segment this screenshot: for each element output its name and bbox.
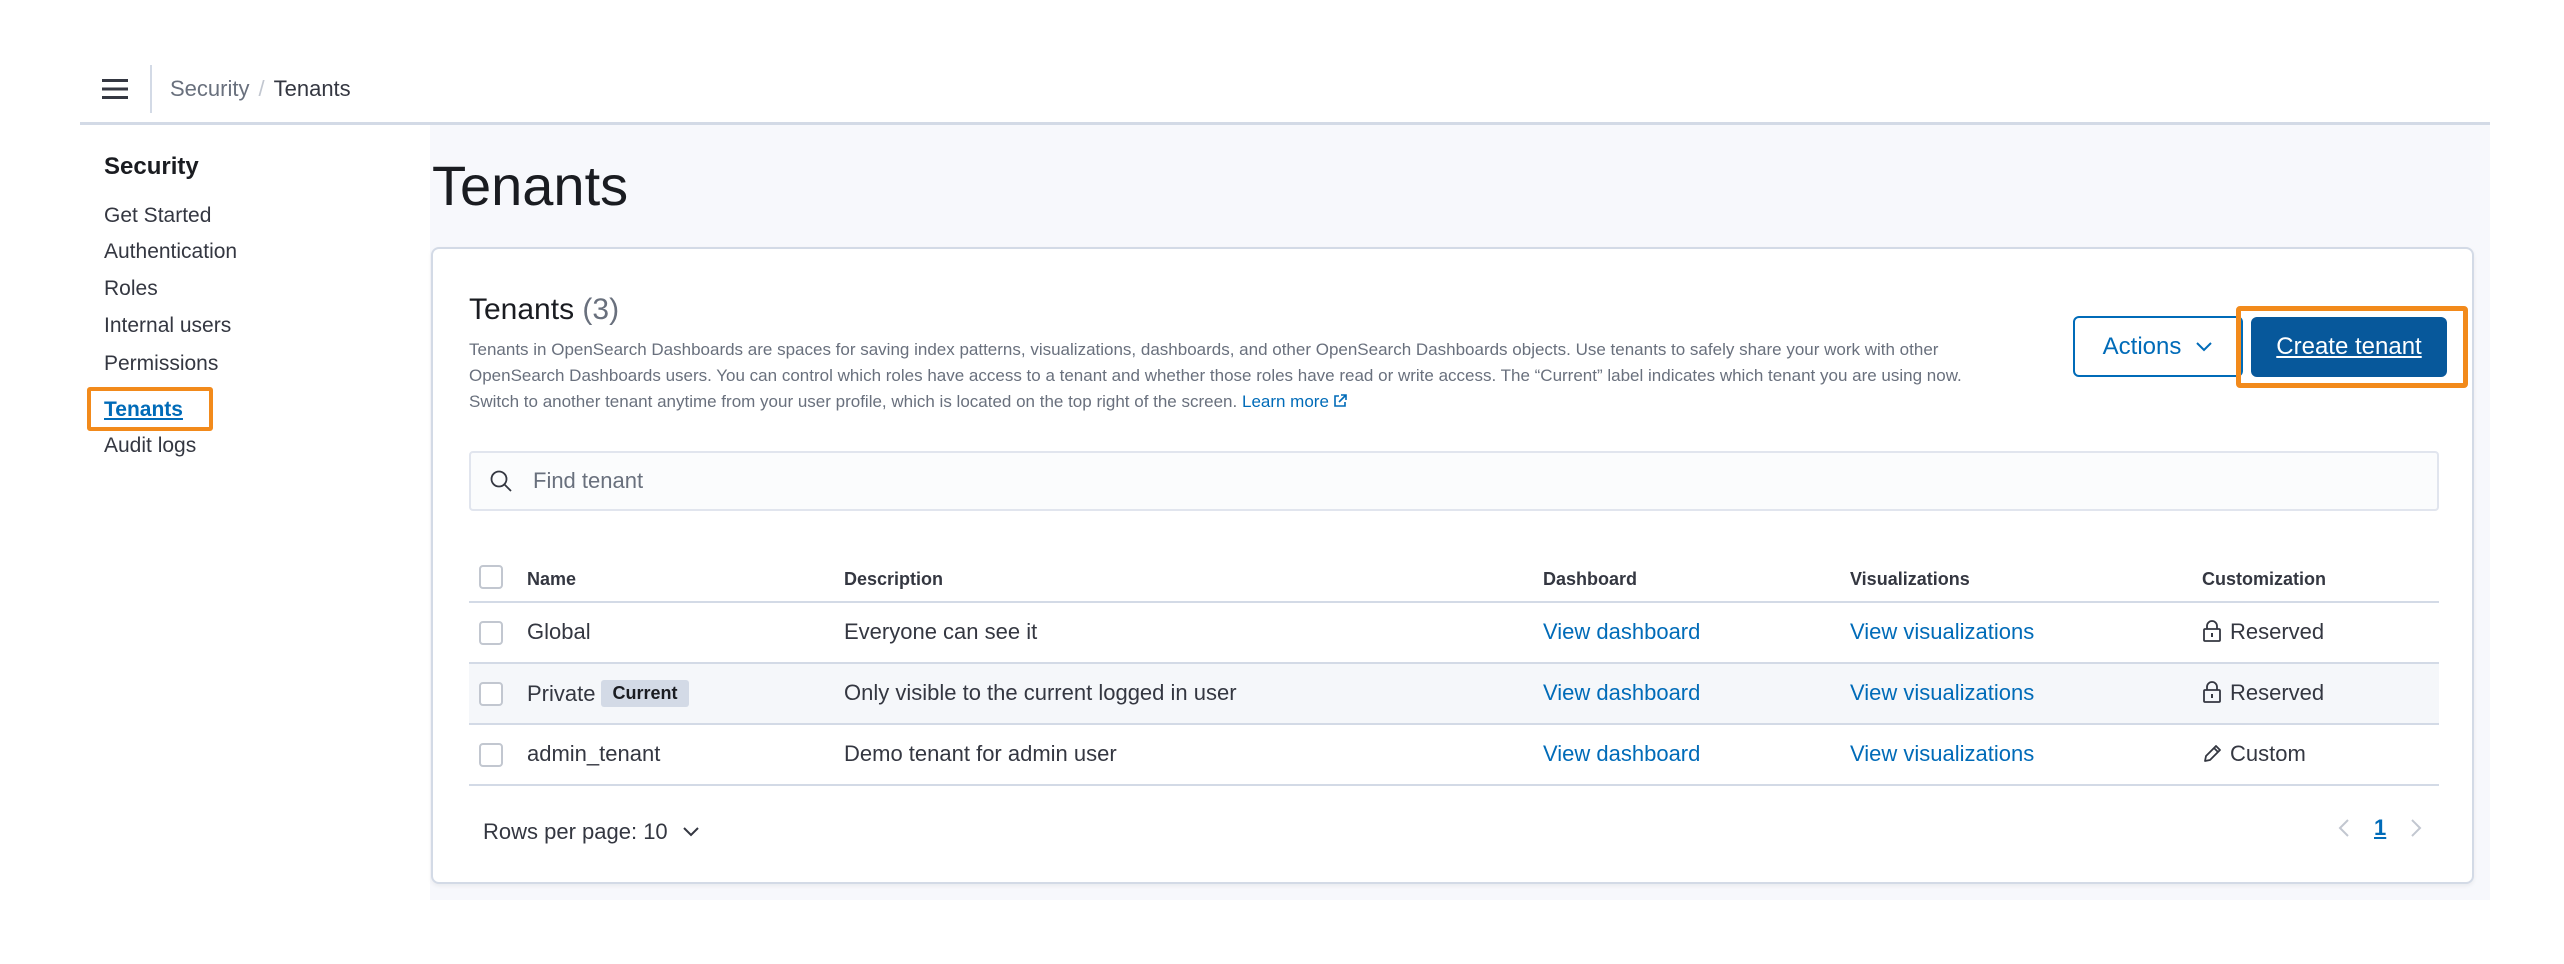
sidebar-item-roles[interactable]: Roles	[104, 276, 158, 302]
view-visualizations-link[interactable]: View visualizations	[1850, 619, 2034, 645]
learn-more-link[interactable]: Learn more	[1242, 392, 1347, 411]
lock-icon	[2203, 620, 2221, 642]
sidebar-item-authentication[interactable]: Authentication	[104, 239, 237, 265]
sidebar: Security Get Started Authentication Role…	[80, 125, 430, 900]
panel-description: Tenants in OpenSearch Dashboards are spa…	[469, 337, 2009, 415]
table-header: Name Description Dashboard Visualization…	[469, 555, 2439, 603]
customization-label: Custom	[2230, 741, 2306, 766]
menu-button[interactable]	[80, 54, 150, 124]
panel-title-text: Tenants	[469, 293, 575, 326]
customization-cell: Reserved	[2202, 619, 2324, 645]
breadcrumb-security[interactable]: Security	[170, 76, 249, 102]
customization-cell: Custom	[2202, 741, 2306, 767]
table-row: admin_tenant Demo tenant for admin user …	[469, 725, 2439, 786]
tenant-name: Private	[527, 681, 596, 706]
row-checkbox[interactable]	[479, 743, 503, 767]
page-number[interactable]: 1	[2374, 815, 2386, 841]
tenant-description: Everyone can see it	[844, 619, 1038, 644]
app-frame: Security / Tenants Security Get Started …	[80, 55, 2490, 900]
lock-icon	[2203, 681, 2221, 703]
table-row: Global Everyone can see it View dashboar…	[469, 603, 2439, 664]
view-visualizations-link[interactable]: View visualizations	[1850, 741, 2034, 767]
panel-title: Tenants (3)	[469, 293, 619, 327]
breadcrumb-separator: /	[258, 75, 265, 101]
chevron-left-icon[interactable]	[2338, 818, 2350, 838]
create-tenant-button[interactable]: Create tenant	[2251, 317, 2447, 377]
tenant-description: Only visible to the current logged in us…	[844, 680, 1237, 705]
hamburger-icon	[102, 78, 128, 99]
sidebar-item-tenants[interactable]: Tenants	[104, 397, 183, 423]
search-box	[469, 451, 2439, 511]
tenant-name-cell: Private Current	[527, 680, 689, 707]
sidebar-item-audit-logs[interactable]: Audit logs	[104, 433, 196, 459]
tenant-count: (3)	[582, 293, 620, 326]
column-header-customization: Customization	[2202, 569, 2326, 589]
rows-per-page-label: Rows per page: 10	[483, 819, 668, 844]
column-header-visualizations: Visualizations	[1850, 569, 1970, 589]
header-bar: Security / Tenants	[80, 55, 2490, 125]
sidebar-title: Security	[104, 153, 199, 180]
view-dashboard-link[interactable]: View dashboard	[1543, 741, 1700, 767]
breadcrumb-tenants: Tenants	[273, 75, 351, 101]
tenant-name: admin_tenant	[527, 741, 661, 766]
view-dashboard-link[interactable]: View dashboard	[1543, 619, 1700, 645]
row-checkbox[interactable]	[479, 682, 503, 706]
table-row: Private Current Only visible to the curre…	[469, 664, 2439, 725]
chevron-down-icon	[2196, 341, 2213, 351]
breadcrumb: Security / Tenants	[170, 76, 351, 102]
customization-cell: Reserved	[2202, 680, 2324, 706]
rows-per-page-selector[interactable]: Rows per page: 10	[483, 819, 700, 845]
column-header-description[interactable]: Description	[844, 569, 943, 590]
page-title: Tenants	[432, 154, 629, 217]
external-link-icon	[1334, 394, 1347, 407]
search-icon	[490, 470, 512, 492]
sidebar-item-get-started[interactable]: Get Started	[104, 203, 211, 229]
pencil-icon	[2204, 745, 2221, 762]
customization-label: Reserved	[2230, 680, 2325, 705]
column-header-name[interactable]: Name	[527, 569, 576, 590]
current-badge: Current	[601, 680, 689, 707]
view-dashboard-link[interactable]: View dashboard	[1543, 680, 1700, 706]
tenants-panel: Tenants (3) Tenants in OpenSearch Dashbo…	[431, 247, 2474, 884]
tenant-name: Global	[527, 619, 591, 644]
column-header-dashboard: Dashboard	[1543, 569, 1638, 589]
sidebar-item-internal-users[interactable]: Internal users	[104, 313, 231, 339]
description-text: Tenants in OpenSearch Dashboards are spa…	[469, 340, 1962, 411]
view-visualizations-link[interactable]: View visualizations	[1850, 680, 2034, 706]
learn-more-label: Learn more	[1241, 392, 1329, 411]
actions-button[interactable]: Actions	[2073, 316, 2243, 377]
search-input[interactable]	[533, 468, 2383, 494]
tenant-description: Demo tenant for admin user	[844, 741, 1117, 766]
chevron-down-icon	[682, 827, 699, 837]
actions-label: Actions	[2102, 332, 2182, 360]
header-divider	[150, 64, 152, 113]
chevron-right-icon[interactable]	[2410, 818, 2422, 838]
sidebar-item-permissions[interactable]: Permissions	[104, 351, 218, 377]
select-all-checkbox[interactable]	[479, 565, 503, 589]
pagination: 1	[2338, 815, 2422, 841]
customization-label: Reserved	[2230, 619, 2325, 644]
row-checkbox[interactable]	[479, 621, 503, 645]
